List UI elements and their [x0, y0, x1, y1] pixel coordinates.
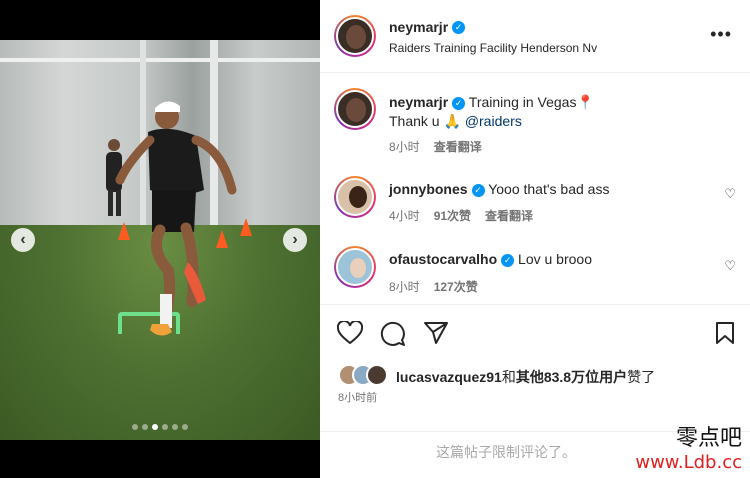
likes-suffix: 赞了	[627, 369, 656, 385]
commenter-avatar[interactable]	[334, 176, 376, 218]
watermark-url: www.Ldb.cc	[635, 452, 742, 473]
likes-text: lucasvazquez91和其他83.8万位用户赞了	[396, 367, 655, 387]
watermark-text: 零点吧	[675, 426, 742, 451]
post-photo	[0, 40, 320, 440]
likes-and: 和	[501, 369, 516, 385]
previous-slide-button[interactable]: ‹	[11, 228, 35, 252]
author-username[interactable]: neymarjr	[389, 19, 448, 35]
commenter-username[interactable]: jonnybones	[389, 181, 468, 197]
author-block: neymarjr ✓	[389, 19, 466, 37]
comment-line: jonnybones ✓ Yooo that's bad ass	[389, 180, 609, 199]
verified-badge-icon: ✓	[471, 183, 485, 197]
slide-dot	[162, 424, 168, 430]
verified-badge-icon: ✓	[452, 96, 466, 110]
media-panel: ‹ ›	[0, 0, 320, 478]
comment-text: Lov u brooo	[518, 251, 592, 267]
comment-time: 4小时	[389, 209, 420, 223]
verified-badge-icon: ✓	[501, 253, 515, 267]
comment-bubble-icon[interactable]	[380, 321, 406, 347]
slide-dot	[182, 424, 188, 430]
comment-time: 8小时	[389, 280, 420, 294]
raiders-mention-link[interactable]: @raiders	[465, 113, 522, 129]
caption-line-1: neymarjr ✓ Training in Vegas📍	[389, 93, 594, 112]
caption-username[interactable]: neymarjr	[389, 94, 448, 110]
comment-text: Yooo that's bad ass	[488, 181, 610, 197]
post-header: neymarjr ✓ Raiders Training Facility Hend…	[320, 0, 750, 73]
athlete-figure	[106, 101, 237, 336]
like-heart-icon[interactable]	[337, 321, 363, 345]
translate-link[interactable]: 查看翻译	[485, 209, 533, 223]
save-bookmark-icon[interactable]	[715, 321, 735, 345]
like-comment-heart-icon[interactable]: ♡	[724, 186, 736, 202]
comment-likes[interactable]: 127次赞	[434, 280, 478, 294]
verified-badge-icon: ✓	[452, 21, 466, 35]
share-paper-plane-icon[interactable]	[423, 321, 449, 345]
next-slide-button[interactable]: ›	[283, 228, 307, 252]
comment-meta: 8小时 127次赞	[389, 278, 492, 295]
commenter-username[interactable]: ofaustocarvalho	[389, 251, 497, 267]
caption-time: 8小时	[389, 140, 420, 154]
translate-link[interactable]: 查看翻译	[434, 140, 482, 154]
commenter-avatar[interactable]	[334, 246, 376, 288]
slide-dot-active	[152, 424, 158, 430]
watermark: 零点吧 www.Ldb.cc	[635, 425, 742, 473]
comments-limited-text: 这篇帖子限制评论了。	[436, 444, 576, 460]
like-comment-heart-icon[interactable]: ♡	[724, 258, 736, 274]
post-timestamp[interactable]: 8小时前	[338, 389, 377, 405]
author-avatar[interactable]	[334, 15, 376, 57]
comment-line: ofaustocarvalho ✓ Lov u brooo	[389, 250, 592, 269]
caption-meta: 8小时 查看翻译	[389, 138, 496, 155]
liker-avatar	[366, 364, 388, 386]
post-location[interactable]: Raiders Training Facility Henderson Nv	[389, 41, 597, 55]
caption-text-2: Thank u 🙏	[389, 113, 461, 129]
slide-dot	[172, 424, 178, 430]
slide-dot	[142, 424, 148, 430]
likes-others-link[interactable]: 其他83.8万位用户	[516, 369, 627, 385]
comment-likes[interactable]: 91次赞	[434, 209, 471, 223]
slide-indicator	[0, 417, 320, 435]
more-options-icon[interactable]: •••	[710, 24, 732, 45]
post-viewer: ‹ › neymarjr ✓ Raiders Training Facility …	[0, 0, 750, 478]
action-bar	[320, 304, 750, 360]
post-details: neymarjr ✓ Raiders Training Facility Hend…	[320, 0, 750, 478]
comment-meta: 4小时 91次赞 查看翻译	[389, 207, 547, 224]
caption-text: Training in Vegas📍	[468, 94, 594, 110]
author-avatar[interactable]	[334, 88, 376, 130]
liker-username[interactable]: lucasvazquez91	[396, 369, 502, 385]
caption-line-2: Thank u 🙏 @raiders	[389, 112, 522, 131]
slide-dot	[132, 424, 138, 430]
